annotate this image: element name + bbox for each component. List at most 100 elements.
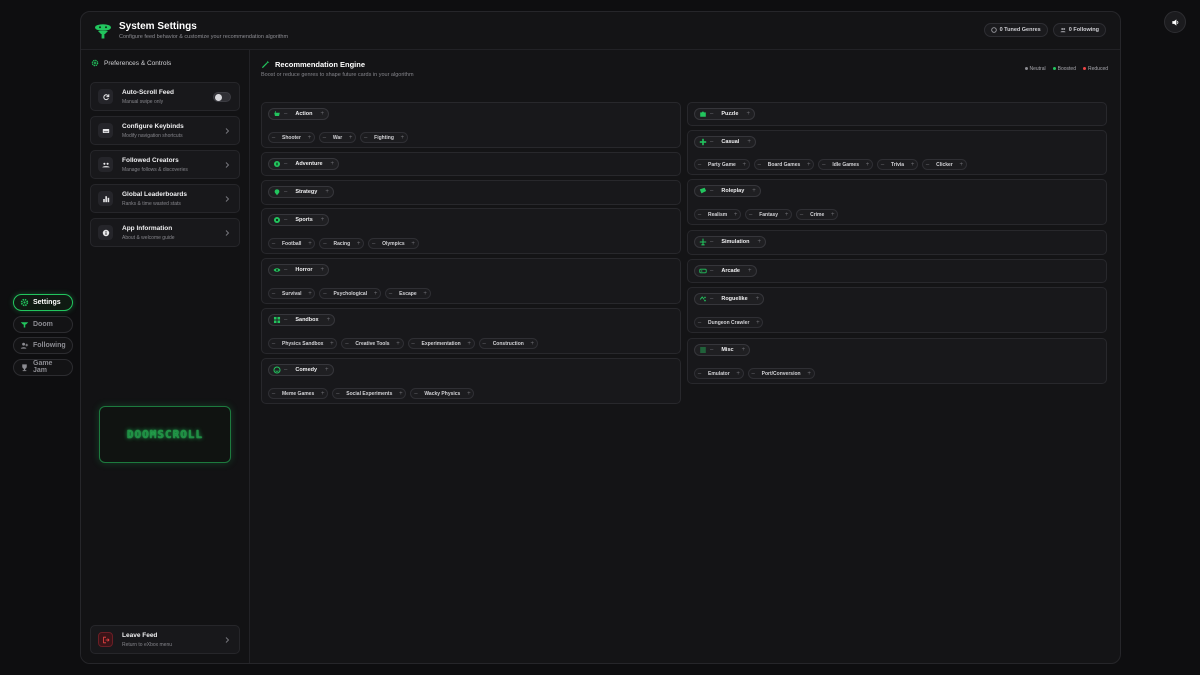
reduce-button[interactable]: – <box>284 111 287 117</box>
reduce-button[interactable]: – <box>695 320 704 326</box>
subgenre-toggle[interactable]: – Fighting + <box>360 132 408 143</box>
reduce-button[interactable]: – <box>411 391 420 397</box>
genre-toggle-puzzle[interactable]: – Puzzle + <box>694 108 755 120</box>
reduce-button[interactable]: – <box>797 212 806 218</box>
genre-toggle-adventure[interactable]: – Adventure + <box>268 158 340 170</box>
reduce-button[interactable]: – <box>710 188 713 194</box>
following-badge[interactable]: 0 Following <box>1052 23 1106 37</box>
rail-doom-button[interactable]: Doom <box>13 315 73 333</box>
genre-toggle-sandbox[interactable]: – Sandbox + <box>268 314 336 326</box>
subgenre-toggle[interactable]: – Construction + <box>478 338 538 349</box>
boost-button[interactable]: + <box>464 391 473 397</box>
subgenre-toggle[interactable]: – Social Experiments + <box>332 388 407 399</box>
boost-button[interactable]: + <box>346 135 355 141</box>
reduce-button[interactable]: – <box>269 341 278 347</box>
genre-toggle-casual[interactable]: – Casual + <box>694 136 756 148</box>
boost-button[interactable]: + <box>747 139 751 145</box>
genre-toggle-action[interactable]: – Action + <box>268 108 329 120</box>
reduce-button[interactable]: – <box>746 212 755 218</box>
configure-keybinds-setting[interactable]: Configure Keybinds Modify navigation sho… <box>90 116 240 145</box>
boost-button[interactable]: + <box>908 162 917 168</box>
boost-button[interactable]: + <box>305 135 314 141</box>
global-leaderboards-setting[interactable]: Global Leaderboards Ranks & time wasted … <box>90 184 240 213</box>
boost-button[interactable]: + <box>421 291 430 297</box>
reduce-button[interactable]: – <box>269 391 278 397</box>
reduce-button[interactable]: – <box>695 212 704 218</box>
sound-toggle-button[interactable] <box>1164 11 1186 33</box>
boost-button[interactable]: + <box>828 212 837 218</box>
reduce-button[interactable]: – <box>361 135 370 141</box>
reduce-button[interactable]: – <box>320 241 329 247</box>
boost-button[interactable]: + <box>734 371 743 377</box>
boost-button[interactable]: + <box>327 341 336 347</box>
boost-button[interactable]: + <box>354 241 363 247</box>
reduce-button[interactable]: – <box>369 241 378 247</box>
subgenre-toggle[interactable]: – Survival + <box>268 288 316 299</box>
reduce-button[interactable]: – <box>878 162 887 168</box>
reduce-button[interactable]: – <box>480 341 489 347</box>
boost-button[interactable]: + <box>742 347 746 353</box>
boost-button[interactable]: + <box>757 239 761 245</box>
subgenre-toggle[interactable]: – Trivia + <box>877 159 919 170</box>
boost-button[interactable]: + <box>957 162 966 168</box>
subgenre-toggle[interactable]: – Psychological + <box>319 288 382 299</box>
subgenre-toggle[interactable]: – Board Games + <box>753 159 815 170</box>
reduce-button[interactable]: – <box>269 135 278 141</box>
boost-button[interactable]: + <box>748 268 752 274</box>
reduce-button[interactable]: – <box>284 367 287 373</box>
reduce-button[interactable]: – <box>710 239 713 245</box>
subgenre-toggle[interactable]: – Dungeon Crawler + <box>694 317 764 328</box>
reduce-button[interactable]: – <box>710 268 713 274</box>
tuned-genres-badge[interactable]: 0 Tuned Genres <box>983 23 1048 37</box>
boost-button[interactable]: + <box>321 217 325 223</box>
boost-button[interactable]: + <box>465 341 474 347</box>
boost-button[interactable]: + <box>753 320 762 326</box>
app-information-setting[interactable]: App Information About & welcome guide <box>90 218 240 247</box>
boost-button[interactable]: + <box>325 189 329 195</box>
boost-button[interactable]: + <box>398 135 407 141</box>
auto-scroll-toggle[interactable] <box>213 92 231 102</box>
reduce-button[interactable]: – <box>923 162 932 168</box>
subgenre-toggle[interactable]: – Crime + <box>796 209 839 220</box>
reduce-button[interactable]: – <box>695 162 704 168</box>
boost-button[interactable]: + <box>394 341 403 347</box>
boost-button[interactable]: + <box>782 212 791 218</box>
boost-button[interactable]: + <box>756 296 760 302</box>
subgenre-toggle[interactable]: – Party Game + <box>694 159 750 170</box>
subgenre-toggle[interactable]: – Clicker + <box>922 159 967 170</box>
subgenre-toggle[interactable]: – Racing + <box>319 238 365 249</box>
followed-creators-setting[interactable]: Followed Creators Manage follows & disco… <box>90 150 240 179</box>
leave-feed-button[interactable]: Leave Feed Return to eXbox menu <box>90 625 240 654</box>
genre-toggle-roleplay[interactable]: – Roleplay + <box>694 185 761 197</box>
reduce-button[interactable]: – <box>710 111 713 117</box>
reduce-button[interactable]: – <box>284 189 287 195</box>
reduce-button[interactable]: – <box>284 161 287 167</box>
subgenre-toggle[interactable]: – Idle Games + <box>818 159 873 170</box>
rail-following-button[interactable]: Following <box>13 337 73 354</box>
subgenre-toggle[interactable]: – Physics Sandbox + <box>268 338 338 349</box>
reduce-button[interactable]: – <box>269 241 278 247</box>
boost-button[interactable]: + <box>331 161 335 167</box>
reduce-button[interactable]: – <box>284 217 287 223</box>
boost-button[interactable]: + <box>325 367 329 373</box>
boost-button[interactable]: + <box>305 241 314 247</box>
reduce-button[interactable]: – <box>333 391 342 397</box>
reduce-button[interactable]: – <box>269 291 278 297</box>
subgenre-toggle[interactable]: – Shooter + <box>268 132 315 143</box>
rail-settings-button[interactable]: Settings <box>13 294 73 311</box>
genre-toggle-simulation[interactable]: – Simulation + <box>694 236 766 248</box>
boost-button[interactable]: + <box>318 391 327 397</box>
rail-gamejam-button[interactable]: Game Jam <box>13 358 73 376</box>
boost-button[interactable]: + <box>409 241 418 247</box>
subgenre-toggle[interactable]: – Emulator + <box>694 368 744 379</box>
subgenre-toggle[interactable]: – Wacky Physics + <box>410 388 475 399</box>
genre-toggle-horror[interactable]: – Horror + <box>268 264 329 276</box>
boost-button[interactable]: + <box>528 341 537 347</box>
boost-button[interactable]: + <box>805 371 814 377</box>
subgenre-toggle[interactable]: – War + <box>318 132 357 143</box>
reduce-button[interactable]: – <box>284 317 287 323</box>
subgenre-toggle[interactable]: – Meme Games + <box>268 388 329 399</box>
subgenre-toggle[interactable]: – Realism + <box>694 209 742 220</box>
reduce-button[interactable]: – <box>284 267 287 273</box>
reduce-button[interactable]: – <box>755 162 764 168</box>
